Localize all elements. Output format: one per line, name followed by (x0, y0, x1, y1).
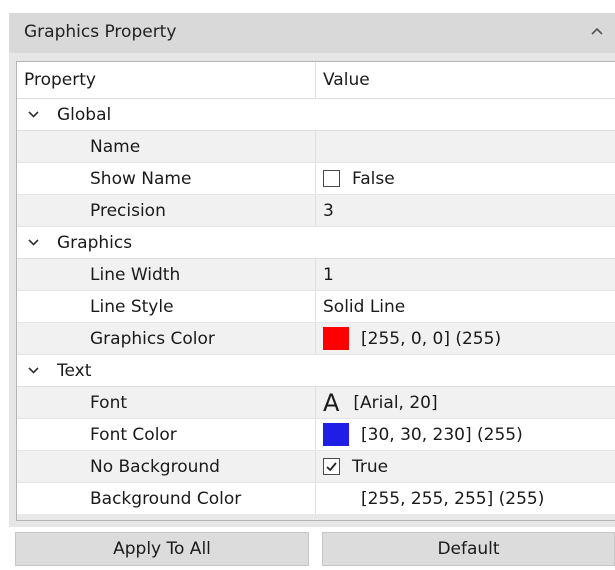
property-grid: Property Value Global Name Show Name Fal… (16, 61, 615, 521)
property-value-name[interactable] (315, 131, 615, 162)
property-value-font[interactable]: A [Arial, 20] (315, 387, 615, 418)
category-label-graphics: Graphics (57, 232, 133, 253)
chevron-down-icon[interactable] (27, 108, 40, 121)
category-text[interactable]: Text (17, 355, 615, 387)
property-name: Precision (90, 200, 166, 221)
panel-title: Graphics Property (24, 22, 177, 42)
property-value-text: [Arial, 20] (353, 392, 438, 413)
color-swatch-red[interactable] (323, 327, 349, 350)
property-value-line-style[interactable]: Solid Line (315, 291, 615, 322)
chevron-up-icon[interactable] (589, 23, 605, 39)
chevron-down-icon[interactable] (27, 236, 40, 249)
property-value-precision[interactable]: 3 (315, 195, 615, 226)
chevron-down-icon[interactable] (27, 364, 40, 377)
default-button[interactable]: Default (322, 532, 615, 566)
property-row-show-name[interactable]: Show Name False (17, 163, 615, 195)
property-row-background-color[interactable]: Background Color [255, 255, 255] (255) (17, 483, 615, 515)
property-value-text: [255, 0, 0] (255) (361, 328, 502, 349)
column-header-property[interactable]: Property (17, 62, 314, 98)
font-icon: A (323, 388, 340, 417)
property-value-text: False (352, 168, 395, 189)
category-graphics[interactable]: Graphics (17, 227, 615, 259)
apply-to-all-button[interactable]: Apply To All (15, 532, 309, 566)
check-icon (326, 462, 337, 472)
property-row-graphics-color[interactable]: Graphics Color [255, 0, 0] (255) (17, 323, 615, 355)
property-name: Name (90, 136, 141, 157)
property-value-text: 1 (323, 264, 334, 285)
panel-header[interactable]: Graphics Property (9, 13, 615, 53)
property-name: No Background (90, 456, 220, 477)
property-row-name[interactable]: Name (17, 131, 615, 163)
property-value-text: Solid Line (323, 296, 406, 317)
property-row-line-width[interactable]: Line Width 1 (17, 259, 615, 291)
property-row-font[interactable]: Font A [Arial, 20] (17, 387, 615, 419)
property-row-font-color[interactable]: Font Color [30, 30, 230] (255) (17, 419, 615, 451)
property-name: Font (90, 392, 128, 413)
column-header-value[interactable]: Value (315, 62, 615, 98)
no-background-checkbox[interactable] (323, 458, 340, 475)
property-row-precision[interactable]: Precision 3 (17, 195, 615, 227)
category-label-text: Text (57, 360, 92, 381)
color-swatch-blue[interactable] (323, 423, 349, 446)
property-value-no-background[interactable]: True (315, 451, 615, 482)
property-grid-frame: Property Value Global Name Show Name Fal… (9, 53, 615, 527)
property-name: Line Style (90, 296, 174, 317)
property-name: Graphics Color (90, 328, 215, 349)
property-value-text: True (352, 456, 389, 477)
property-row-no-background[interactable]: No Background True (17, 451, 615, 483)
property-value-text: [30, 30, 230] (255) (361, 424, 523, 445)
show-name-checkbox[interactable] (323, 170, 340, 187)
property-row-line-style[interactable]: Line Style Solid Line (17, 291, 615, 323)
property-name: Background Color (90, 488, 242, 509)
property-value-font-color[interactable]: [30, 30, 230] (255) (315, 419, 615, 450)
property-value-text: [255, 255, 255] (255) (361, 488, 545, 509)
property-value-line-width[interactable]: 1 (315, 259, 615, 290)
grid-bottom-edge (17, 514, 615, 520)
category-global[interactable]: Global (17, 99, 615, 131)
property-value-graphics-color[interactable]: [255, 0, 0] (255) (315, 323, 615, 354)
property-name: Font Color (90, 424, 177, 445)
property-value-text: 3 (323, 200, 334, 221)
property-name: Line Width (90, 264, 181, 285)
property-value-show-name[interactable]: False (315, 163, 615, 194)
property-name: Show Name (90, 168, 192, 189)
grid-header-row: Property Value (17, 62, 615, 99)
property-value-background-color[interactable]: [255, 255, 255] (255) (315, 483, 615, 514)
category-label-global: Global (57, 104, 112, 125)
